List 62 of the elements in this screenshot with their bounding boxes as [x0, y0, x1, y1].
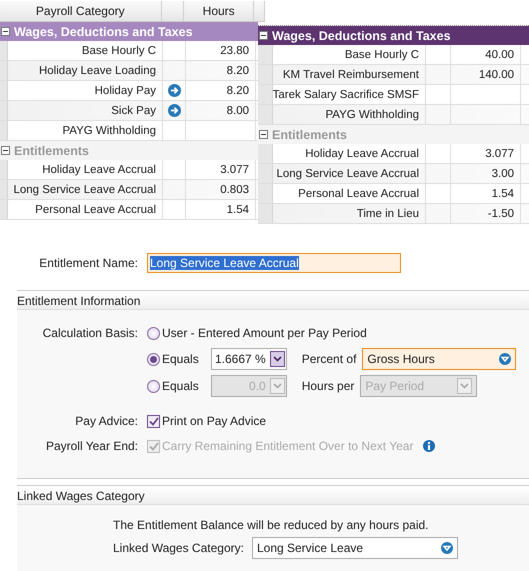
- checkbox[interactable]: [147, 414, 160, 428]
- hours-cell: 8.20: [186, 81, 256, 100]
- category-cell: Tarek Salary Sacrifice SMSF: [273, 85, 426, 104]
- category-cell: KM Travel Reimbursement: [273, 65, 426, 84]
- arrow-right-icon[interactable]: [168, 104, 180, 117]
- collapse-icon[interactable]: [259, 130, 268, 139]
- column-header[interactable]: Hours: [184, 1, 254, 21]
- column-header[interactable]: Payroll Category: [0, 1, 162, 21]
- field-label: Hours per: [302, 379, 354, 393]
- collapse-icon[interactable]: [1, 27, 10, 36]
- category-cell: Base Hourly C: [273, 45, 426, 64]
- category-cell: Holiday Leave Accrual: [8, 160, 163, 179]
- hours-cell: 1.54: [186, 200, 256, 219]
- field-label: Entitlement Name:: [38, 256, 138, 270]
- hours-cell: 3.077: [451, 144, 521, 163]
- caret-icon: [272, 383, 282, 389]
- hours-cell: -1.50: [451, 204, 521, 223]
- radio-option[interactable]: Equals: [147, 352, 199, 366]
- arrow-right-icon[interactable]: [168, 84, 180, 97]
- caret-icon: [272, 356, 282, 362]
- section-title: Linked Wages Category: [17, 489, 145, 503]
- collapse-icon[interactable]: [259, 31, 268, 40]
- radio-option[interactable]: User - Entered Amount per Pay Period: [147, 326, 367, 340]
- hours-cell: 8.00: [186, 101, 256, 120]
- category-cell: Personal Leave Accrual: [273, 184, 426, 203]
- field-label: Payroll Year End:: [44, 439, 138, 453]
- field-label: Pay Advice:: [74, 414, 138, 428]
- category-cell: Holiday Pay: [8, 81, 163, 100]
- category-cell: Personal Leave Accrual: [8, 200, 163, 219]
- hours-cell: 23.80: [186, 41, 256, 60]
- hours-cell: 0.803: [186, 180, 256, 199]
- group-header[interactable]: Wages, Deductions and Taxes: [258, 26, 529, 45]
- checkbox-label[interactable]: Print on Pay Advice: [162, 414, 266, 428]
- category-cell: Long Service Leave Accrual: [8, 180, 163, 199]
- dropdown-icon[interactable]: [499, 353, 512, 365]
- hours-cell: 3.077: [186, 160, 256, 179]
- hours-cell: 140.00: [451, 65, 521, 84]
- hours-cell: 3.00: [451, 164, 521, 183]
- category-cell: Time in Lieu: [273, 204, 426, 223]
- category-cell: Base Hourly C: [8, 41, 163, 60]
- field-label: Linked Wages Category:: [112, 541, 244, 555]
- amount-field[interactable]: 1.6667 %: [210, 348, 287, 370]
- field-label: Calculation Basis:: [42, 326, 138, 340]
- category-cell: Sick Pay: [8, 101, 163, 120]
- category-cell: PAYG Withholding: [8, 121, 163, 140]
- category-cell: PAYG Withholding: [273, 105, 426, 124]
- collapse-icon[interactable]: [1, 146, 10, 155]
- note-text: The Entitlement Balance will be reduced by any hours paid.: [112, 518, 430, 532]
- caret-icon: [460, 383, 470, 389]
- section-title: Entitlement Information: [17, 294, 140, 308]
- category-cell: Holiday Leave Loading: [8, 61, 163, 80]
- category-cell: Holiday Leave Accrual: [273, 144, 426, 163]
- dropdown-icon[interactable]: [440, 542, 453, 554]
- hours-cell: 40.00: [451, 45, 521, 64]
- linked-wages-dropdown[interactable]: Long Service Leave: [252, 537, 458, 559]
- basis-dropdown[interactable]: Gross Hours: [362, 348, 516, 370]
- info-icon[interactable]: [423, 440, 436, 452]
- name-field[interactable]: Long Service Leave Accrual: [147, 253, 401, 273]
- category-cell: Long Service Leave Accrual: [273, 164, 426, 183]
- hours-cell: 8.20: [186, 61, 256, 80]
- hours-cell: 1.54: [451, 184, 521, 203]
- field-label: Percent of: [302, 352, 356, 366]
